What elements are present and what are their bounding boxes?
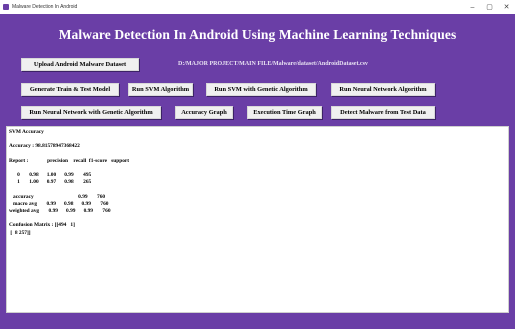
window-title: Malware Detection In Android — [12, 4, 78, 10]
output-line: 1 1.00 0.97 0.98 265 — [9, 179, 92, 186]
output-line: weighted avg 0.99 0.99 0.99 760 — [9, 208, 111, 215]
output-line: accuracy 0.99 760 — [9, 193, 106, 200]
app-panel: Malware Detection In Android Using Machi… — [0, 14, 515, 329]
output-text-area[interactable]: SVM Accuracy Accuracy : 98.8157894736842… — [6, 126, 509, 313]
accuracy-graph-button[interactable]: Accuracy Graph — [175, 106, 233, 119]
run-nn-button[interactable]: Run Neural Network Algorithm — [331, 83, 435, 96]
run-svm-ga-button[interactable]: Run SVM with Genetic Algorithm — [206, 83, 316, 96]
output-line: SVM Accuracy — [9, 129, 44, 135]
output-line: [ 8 257]] — [9, 229, 31, 236]
minimize-icon[interactable]: – — [464, 0, 481, 14]
app-heading: Malware Detection In Android Using Machi… — [58, 27, 457, 42]
output-line: Accuracy : 98.81578947368422 — [9, 143, 80, 150]
output-line: Confusion Matrix : [[494 1] — [9, 222, 75, 229]
window-titlebar: Malware Detection In Android – ▢ ✕ — [0, 0, 515, 14]
output-line: Report : precision recall f1-score suppo… — [9, 157, 130, 164]
detect-malware-button[interactable]: Detect Malware from Test Data — [331, 106, 435, 119]
window-controls: – ▢ ✕ — [464, 0, 515, 14]
run-nn-ga-button[interactable]: Run Neural Network with Genetic Algorith… — [21, 106, 161, 119]
close-icon[interactable]: ✕ — [498, 0, 515, 14]
app-icon — [3, 4, 9, 10]
output-line: 0 0.98 1.00 0.99 495 — [9, 172, 92, 179]
run-svm-button[interactable]: Run SVM Algorithm — [128, 83, 193, 96]
generate-model-button[interactable]: Generate Train & Test Model — [21, 83, 119, 96]
execution-time-graph-button[interactable]: Execution Time Graph — [247, 106, 322, 119]
upload-dataset-button[interactable]: Upload Android Malware Dataset — [21, 58, 139, 71]
maximize-icon[interactable]: ▢ — [481, 0, 498, 14]
dataset-path-label: D:/MAJOR PROJECT/MAIN FILE/Malware/datas… — [178, 61, 368, 67]
output-line: macro avg 0.99 0.98 0.99 760 — [9, 200, 109, 207]
